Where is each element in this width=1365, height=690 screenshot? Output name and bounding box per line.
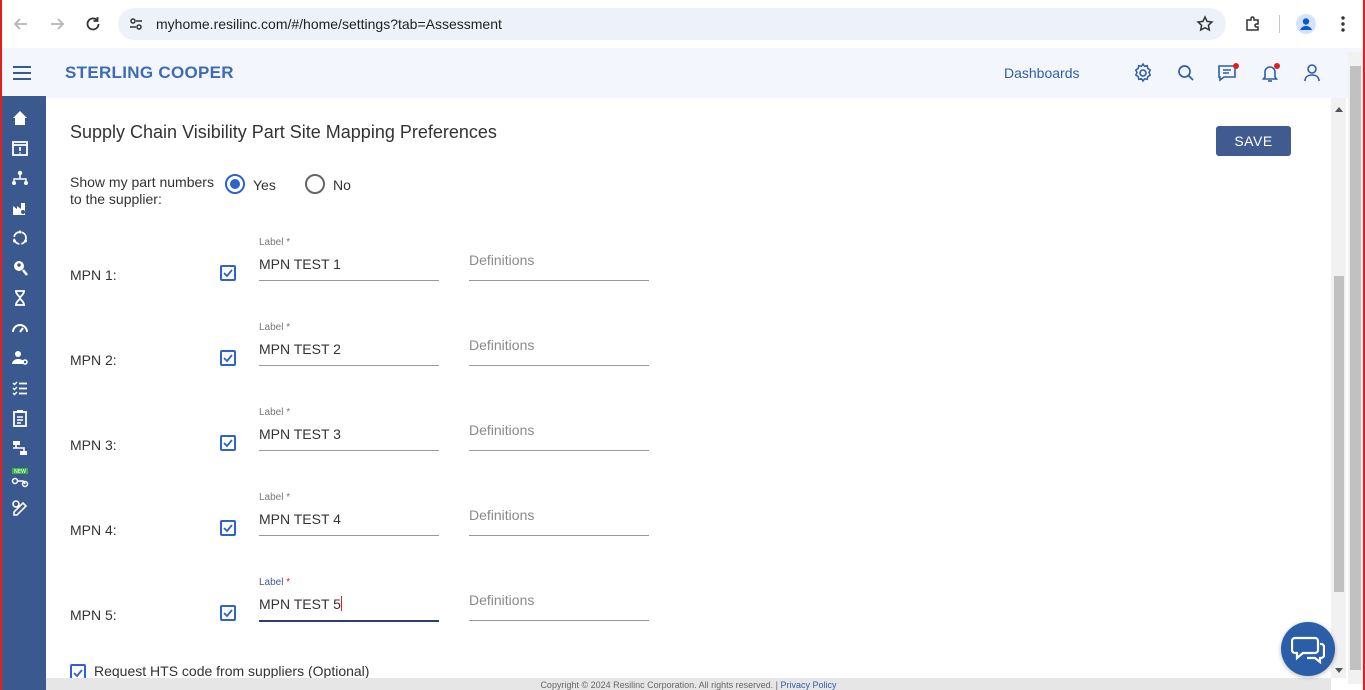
home-icon[interactable]	[10, 108, 30, 128]
browser-toolbar: myhome.resilinc.com/#/home/settings?tab=…	[0, 0, 1365, 49]
flow-icon[interactable]	[10, 438, 30, 458]
mpn-name: MPN 3:	[70, 437, 117, 453]
network-icon[interactable]	[10, 168, 30, 188]
definitions-underline	[469, 450, 649, 451]
mpn-checkbox[interactable]	[220, 520, 236, 536]
factory-icon[interactable]	[10, 198, 30, 218]
copyright-text: Copyright © 2024 Resilinc Corporation. A…	[540, 680, 779, 690]
app-header: STERLING COOPER Dashboards	[2, 48, 1363, 98]
mpn-name: MPN 2:	[70, 352, 117, 368]
hourglass-icon[interactable]	[10, 288, 30, 308]
bookmark-star-icon[interactable]	[1196, 15, 1214, 38]
label-field-caption: Label *	[259, 577, 291, 588]
clipboard-icon[interactable]	[10, 408, 30, 428]
radio-no[interactable]	[305, 174, 325, 194]
content-scroll-thumb[interactable]	[1334, 276, 1344, 592]
label-input[interactable]: MPN TEST 2	[259, 341, 439, 357]
radio-yes-label[interactable]: Yes	[253, 177, 276, 193]
forward-icon[interactable]	[45, 12, 69, 36]
show-part-numbers-label: Show my part numbers to the supplier:	[70, 174, 214, 207]
mpn-checkbox[interactable]	[220, 435, 236, 451]
back-icon[interactable]	[9, 12, 33, 36]
url-text[interactable]: myhome.resilinc.com/#/home/settings?tab=…	[156, 16, 502, 32]
hts-label[interactable]: Request HTS code from suppliers (Optiona…	[94, 663, 369, 679]
scroll-up-icon[interactable]	[1334, 100, 1344, 118]
label-input[interactable]: MPN TEST 4	[259, 511, 439, 527]
reload-icon[interactable]	[81, 12, 105, 36]
calendar-alert-icon[interactable]	[10, 138, 30, 158]
window-border-left	[0, 0, 2, 690]
page-scroll-thumb[interactable]	[1350, 66, 1361, 670]
content-scrollbar[interactable]	[1331, 98, 1346, 678]
label-input-underline	[259, 620, 439, 622]
scroll-down-icon[interactable]	[1334, 662, 1344, 680]
menu-icon[interactable]	[12, 64, 32, 87]
browser-menu-icon[interactable]	[1331, 12, 1355, 36]
chat-icon	[1291, 636, 1325, 664]
definitions-underline	[469, 620, 649, 621]
brand-name: STERLING COOPER	[65, 63, 234, 82]
dashboards-link[interactable]: Dashboards	[1004, 65, 1080, 81]
definitions-input[interactable]: Definitions	[469, 507, 534, 523]
definitions-input[interactable]: Definitions	[469, 422, 534, 438]
label-field-caption: Label *	[259, 237, 291, 248]
extensions-icon[interactable]	[1241, 12, 1265, 36]
footer: Copyright © 2024 Resilinc Corporation. A…	[46, 678, 1331, 690]
radio-yes[interactable]	[225, 174, 245, 194]
mpn-name: MPN 5:	[70, 607, 117, 623]
definitions-underline	[469, 280, 649, 281]
text-caret	[340, 596, 342, 611]
address-bar[interactable]: myhome.resilinc.com/#/home/settings?tab=…	[118, 8, 1226, 40]
mpn-row: MPN 3: Label * MPN TEST 3 Definitions	[46, 407, 746, 477]
label-input-underline	[259, 365, 439, 366]
speedometer-icon[interactable]	[10, 318, 30, 338]
mpn-checkbox[interactable]	[220, 605, 236, 621]
user-icon[interactable]	[1301, 62, 1323, 84]
definitions-underline	[469, 535, 649, 536]
label-field-caption: Label *	[259, 407, 291, 418]
label-input-focused[interactable]: MPN TEST 5	[259, 596, 439, 612]
mpn-checkbox[interactable]	[220, 265, 236, 281]
new-feature-icon[interactable]: NEW	[10, 468, 30, 488]
mpn-row: MPN 1: Label * MPN TEST 1 Definitions	[46, 237, 746, 307]
page-title: Supply Chain Visibility Part Site Mappin…	[70, 122, 497, 142]
edit-tool-icon[interactable]	[10, 498, 30, 518]
label-input-underline	[259, 535, 439, 536]
mpn-row: MPN 2: Label * MPN TEST 2 Definitions	[46, 322, 746, 392]
main-content: Supply Chain Visibility Part Site Mappin…	[46, 98, 1331, 680]
label-input[interactable]: MPN TEST 3	[259, 426, 439, 442]
mpn-name: MPN 1:	[70, 267, 117, 283]
chat-button[interactable]	[1281, 622, 1335, 676]
gear-icon[interactable]	[1132, 62, 1154, 84]
label-input-underline	[259, 280, 439, 281]
mpn-row: MPN 4: Label * MPN TEST 4 Definitions	[46, 492, 746, 562]
definitions-input[interactable]: Definitions	[469, 252, 534, 268]
search-person-icon[interactable]	[10, 258, 30, 278]
toolbar-divider	[1279, 15, 1280, 33]
search-icon[interactable]	[1175, 62, 1197, 84]
definitions-input[interactable]: Definitions	[469, 592, 534, 608]
label-input-underline	[259, 450, 439, 451]
profile-icon[interactable]	[1294, 12, 1318, 36]
page-scrollbar[interactable]	[1348, 52, 1363, 684]
label-field-caption: Label *	[259, 492, 291, 503]
notifications-badge	[1274, 63, 1280, 69]
mpn-row: MPN 5: Label * MPN TEST 5 Definitions	[46, 577, 746, 647]
privacy-policy-link[interactable]: Privacy Policy	[781, 680, 837, 690]
mpn-checkbox[interactable]	[220, 350, 236, 366]
definitions-input[interactable]: Definitions	[469, 337, 534, 353]
messages-badge	[1233, 63, 1239, 69]
svg-text:NEW: NEW	[14, 469, 26, 475]
user-settings-icon[interactable]	[10, 348, 30, 368]
save-button[interactable]: SAVE	[1216, 126, 1291, 156]
mpn-name: MPN 4:	[70, 522, 117, 538]
label-field-caption: Label *	[259, 322, 291, 333]
cycle-icon[interactable]	[10, 228, 30, 248]
label-input[interactable]: MPN TEST 1	[259, 256, 439, 272]
site-settings-icon[interactable]	[128, 16, 144, 37]
definitions-underline	[469, 365, 649, 366]
sidebar: NEW	[2, 96, 46, 690]
radio-no-label[interactable]: No	[333, 177, 351, 193]
checklist-icon[interactable]	[10, 378, 30, 398]
